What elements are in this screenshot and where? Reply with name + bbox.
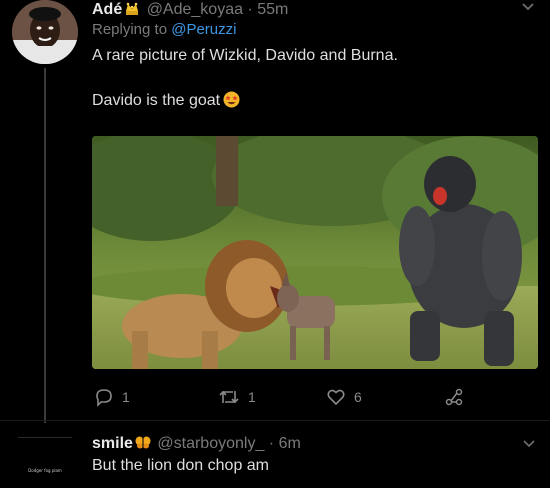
retweet-count: 1: [248, 389, 256, 405]
crown-emoji-icon: [124, 2, 140, 16]
tweet-text-line-2: Davido is the goat: [92, 91, 240, 111]
timestamp[interactable]: 55m: [257, 1, 288, 18]
butterfly-emoji-icon: [135, 435, 151, 449]
replying-to: Replying to @Peruzzi: [92, 21, 236, 39]
reply-text: But the lion don chop am: [92, 457, 270, 474]
replying-to-mention-link[interactable]: @Peruzzi: [171, 21, 236, 38]
chevron-down-icon[interactable]: [520, 0, 536, 12]
tweet-photo[interactable]: [92, 136, 538, 369]
reply-author-handle[interactable]: @starboyonly_: [157, 435, 264, 452]
author-name[interactable]: Adé: [92, 1, 122, 18]
share-button[interactable]: [444, 387, 464, 407]
like-count: 6: [354, 389, 362, 405]
reply-author-avatar[interactable]: Dodger fog plam: [18, 437, 72, 488]
lion-donkey-gorilla-photo: [92, 136, 538, 369]
tweet-text-line-2-text: Davido is the goat: [92, 92, 221, 109]
reply-button[interactable]: 1: [94, 387, 130, 407]
tweet-header: Adé @Ade_koyaa · 55m: [92, 0, 288, 20]
retweet-button[interactable]: 1: [218, 387, 256, 407]
tweet-action-bar: 1 1 6: [92, 387, 522, 407]
reply-avatar-caption: Dodger fog plam: [28, 468, 62, 473]
divider: [0, 420, 550, 421]
like-button[interactable]: 6: [326, 387, 362, 407]
star-struck-emoji-icon: [223, 91, 240, 108]
reply-author-name[interactable]: smile: [92, 435, 133, 452]
thread-connector-line: [44, 68, 46, 423]
reply-chevron-down-icon[interactable]: [522, 436, 536, 448]
author-handle[interactable]: @Ade_koyaa: [147, 1, 243, 18]
heart-icon: [326, 387, 346, 407]
share-icon: [444, 387, 464, 407]
separator-dot: ·: [247, 1, 253, 18]
replying-to-label: Replying to: [92, 21, 168, 38]
author-avatar[interactable]: [12, 0, 78, 64]
retweet-icon: [218, 387, 240, 407]
reply-separator-dot: ·: [268, 435, 275, 452]
tweet-text-line-1: A rare picture of Wizkid, Davido and Bur…: [92, 47, 398, 64]
reply-count: 1: [122, 389, 130, 405]
reply-timestamp[interactable]: 6m: [279, 435, 301, 452]
reply-header: smile @starboyonly_ · 6m: [92, 434, 301, 454]
reply-icon: [94, 387, 114, 407]
